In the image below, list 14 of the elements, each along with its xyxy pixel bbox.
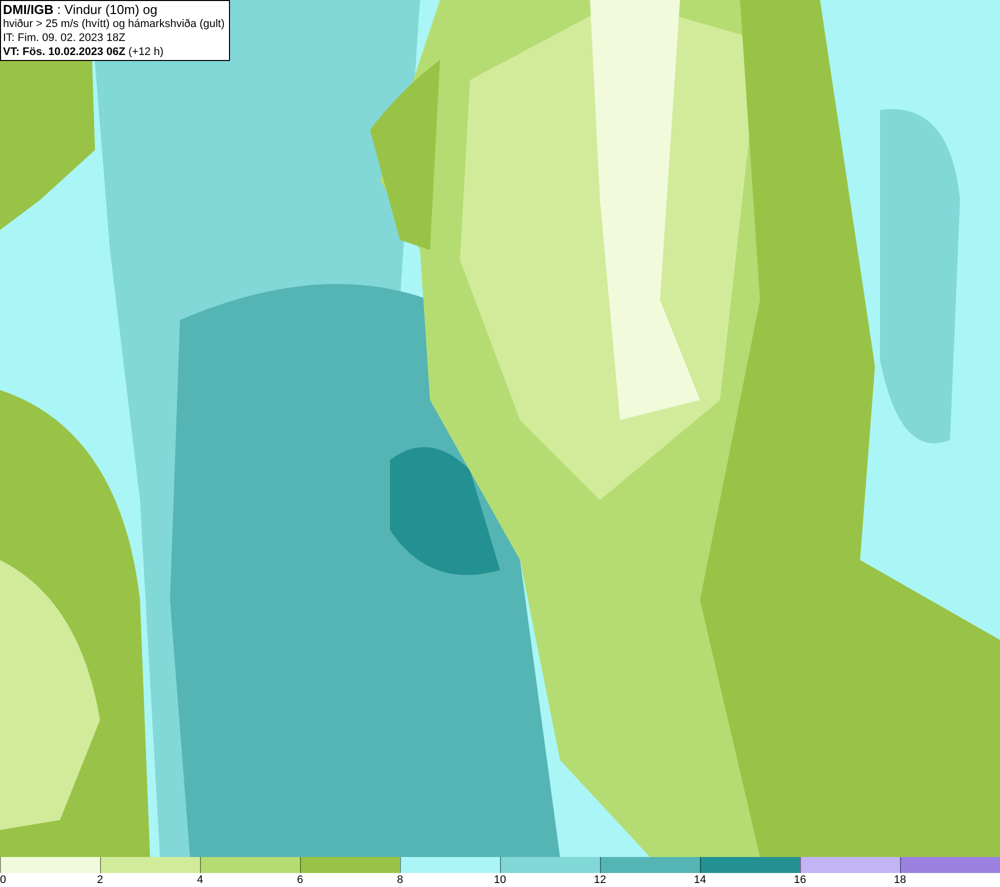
legend-label: 4 bbox=[196, 873, 204, 887]
legend-label: 0 bbox=[0, 873, 6, 887]
caption-line: DMI/IGB : Vindur (10m) og bbox=[3, 2, 158, 17]
legend-label: 14 bbox=[694, 873, 706, 887]
legend-label: 12 bbox=[594, 873, 606, 887]
caption-line: IT: Fim. 09. 02. 2023 18Z bbox=[3, 31, 126, 45]
legend-label: 2 bbox=[96, 873, 104, 887]
legend-label: 18 bbox=[894, 873, 906, 887]
caption-line: hviður > 25 m/s (hvítt) og hámarkshviða (gult) bbox=[3, 17, 226, 31]
legend-label: 8 bbox=[396, 873, 404, 887]
caption-line: VT: Fös. 10.02.2023 06Z (+12 h) bbox=[3, 45, 165, 59]
legend-label: 10 bbox=[494, 873, 506, 887]
legend-label: 6 bbox=[296, 873, 304, 887]
legend-label: 16 bbox=[794, 873, 806, 887]
